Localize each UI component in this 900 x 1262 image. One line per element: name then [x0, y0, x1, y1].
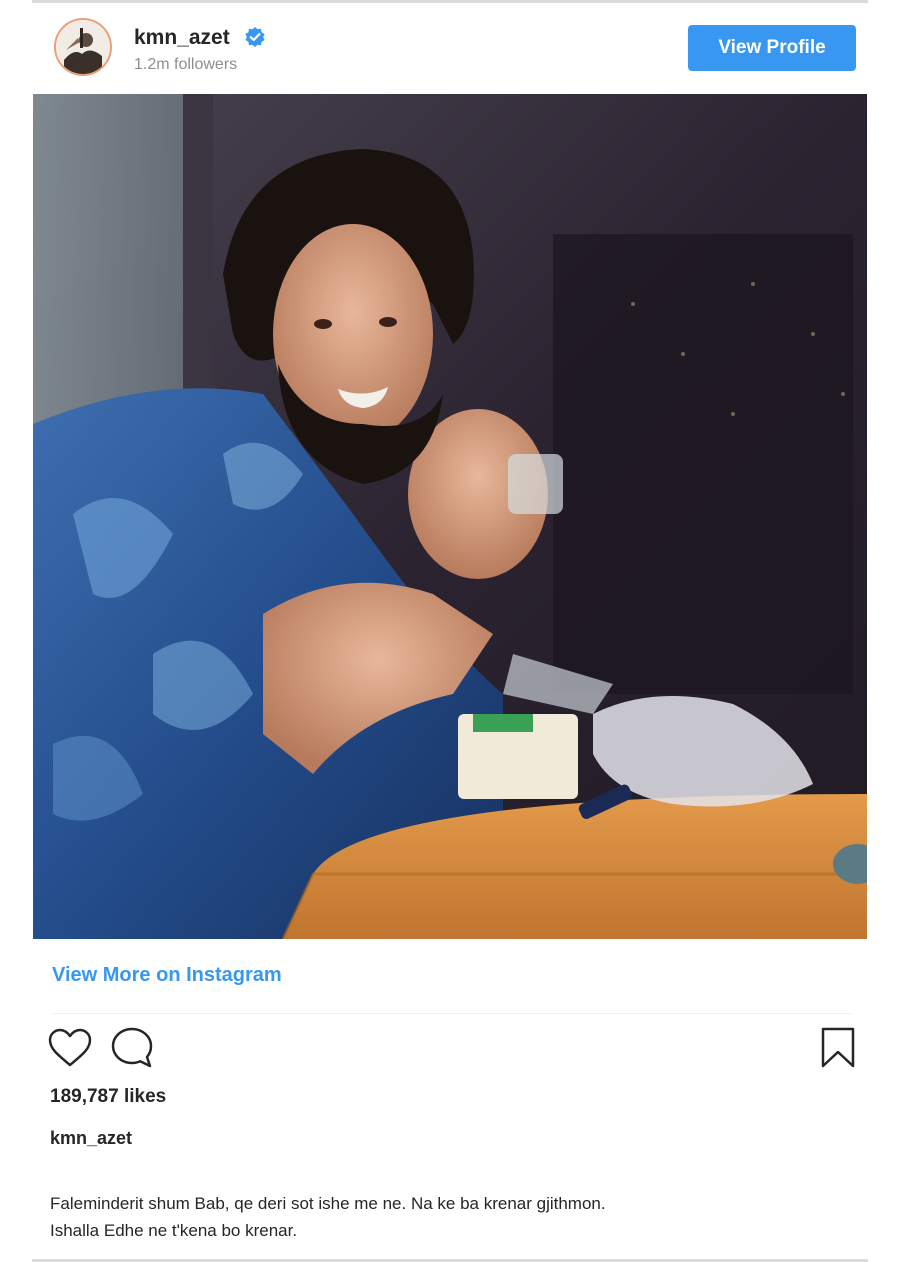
card-top-border [32, 0, 868, 3]
verified-badge-icon [245, 27, 265, 47]
profile-username[interactable]: kmn_azet [134, 26, 230, 50]
bookmark-icon[interactable] [820, 1026, 856, 1070]
avatar[interactable] [54, 18, 112, 76]
heart-icon[interactable] [48, 1028, 92, 1068]
caption-username[interactable]: kmn_azet [50, 1128, 132, 1149]
post-caption: Faleminderit shum Bab, qe deri sot ishe … [50, 1190, 850, 1244]
caption-line: Ishalla Edhe ne t'kena bo krenar. [50, 1221, 298, 1240]
likes-count[interactable]: 189,787 likes [50, 1086, 166, 1108]
divider [52, 1013, 852, 1014]
avatar-image [56, 20, 110, 74]
caption-line: Faleminderit shum Bab, qe deri sot ishe … [50, 1194, 606, 1213]
post-photo[interactable] [33, 94, 867, 939]
comment-icon[interactable] [110, 1026, 154, 1070]
followers-count: 1.2m followers [134, 56, 238, 73]
view-profile-button[interactable]: View Profile [688, 25, 856, 71]
view-more-on-instagram-link[interactable]: View More on Instagram [52, 964, 282, 987]
